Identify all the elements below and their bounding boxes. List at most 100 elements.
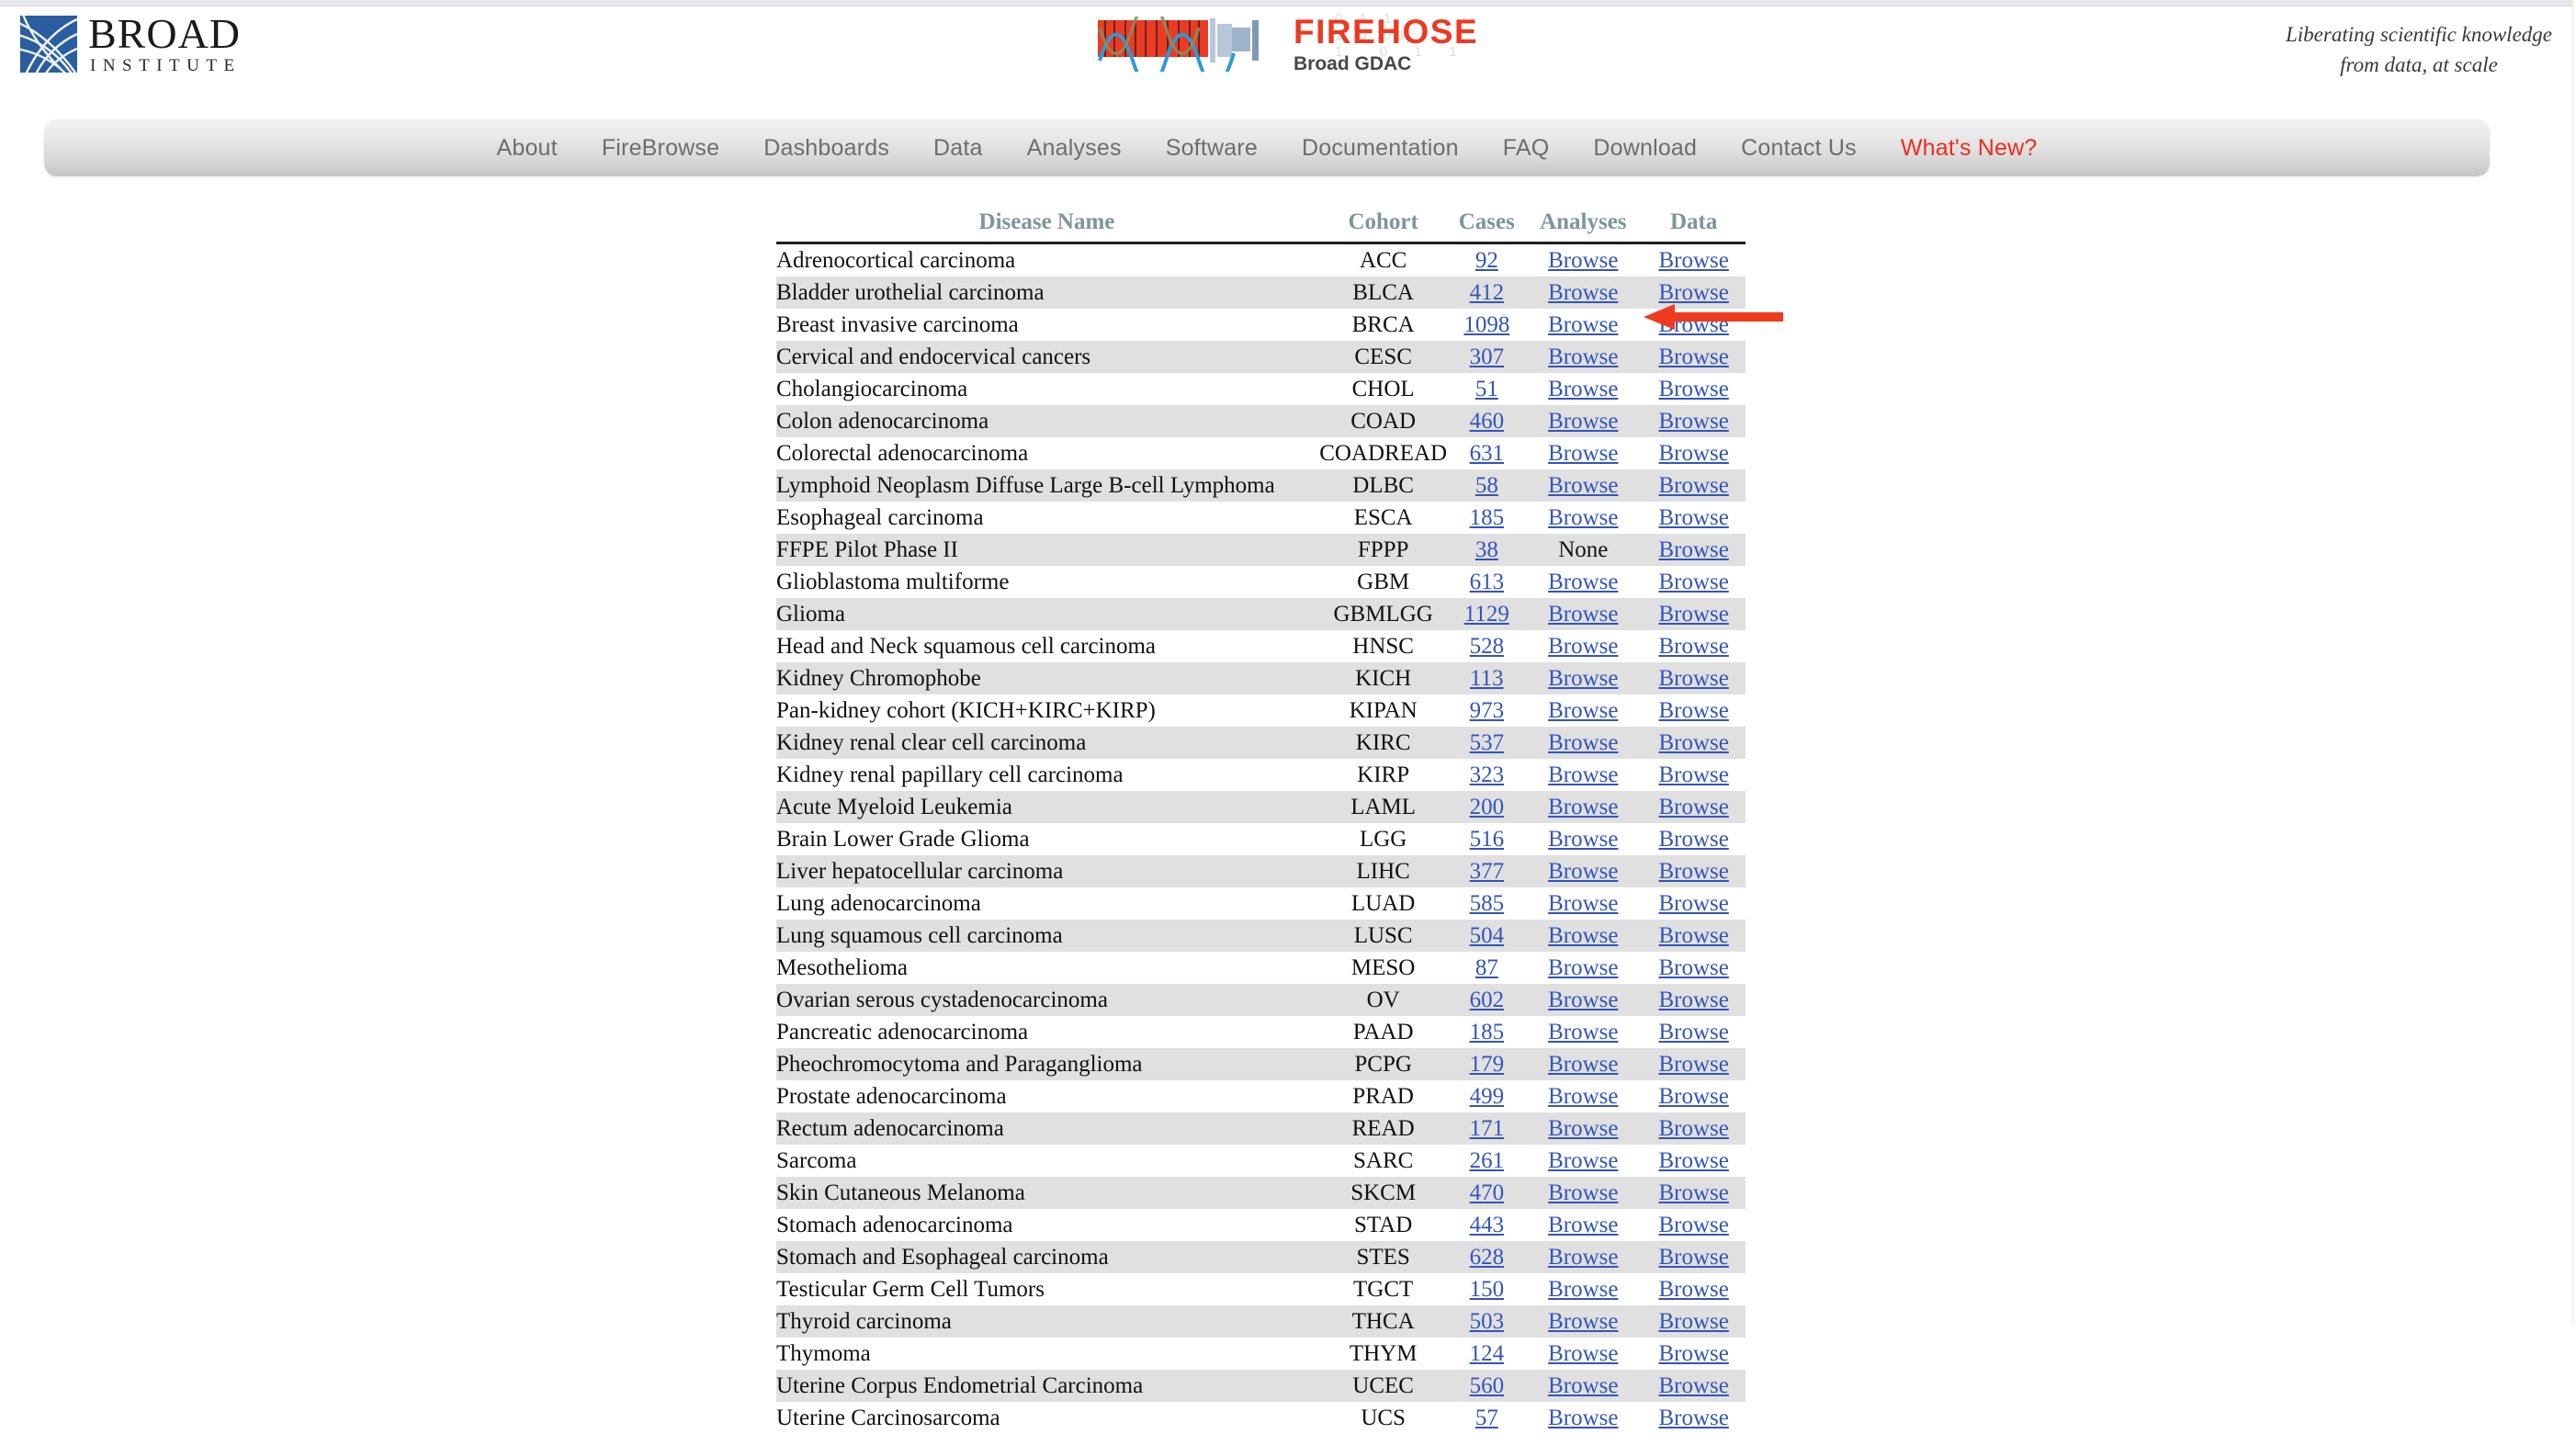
data-browse-link[interactable]: Browse [1658, 891, 1728, 916]
cases-count-link[interactable]: 57 [1475, 1406, 1498, 1430]
cases-count-link[interactable]: 113 [1470, 666, 1504, 691]
analyses-browse-link[interactable]: Browse [1548, 1341, 1618, 1366]
analyses-browse-link[interactable]: Browse [1548, 312, 1618, 337]
analyses-browse-link[interactable]: Browse [1548, 730, 1618, 755]
data-browse-link[interactable]: Browse [1658, 537, 1728, 562]
cases-count-link[interactable]: 504 [1470, 923, 1505, 948]
nav-item-firebrowse[interactable]: FireBrowse [580, 135, 741, 162]
data-browse-link[interactable]: Browse [1658, 666, 1728, 691]
data-browse-link[interactable]: Browse [1658, 1084, 1728, 1109]
cases-count-link[interactable]: 460 [1470, 409, 1505, 434]
data-browse-link[interactable]: Browse [1658, 473, 1728, 498]
analyses-browse-link[interactable]: Browse [1548, 1373, 1618, 1398]
cases-count-link[interactable]: 613 [1470, 570, 1505, 594]
data-browse-link[interactable]: Browse [1658, 1213, 1728, 1237]
cases-count-link[interactable]: 973 [1470, 698, 1505, 723]
data-browse-link[interactable]: Browse [1658, 505, 1728, 530]
analyses-browse-link[interactable]: Browse [1548, 473, 1618, 498]
cases-count-link[interactable]: 528 [1470, 634, 1505, 659]
analyses-browse-link[interactable]: Browse [1548, 1309, 1618, 1334]
cases-count-link[interactable]: 92 [1475, 248, 1498, 273]
cases-count-link[interactable]: 179 [1470, 1052, 1505, 1077]
cases-count-link[interactable]: 1098 [1463, 312, 1509, 337]
data-browse-link[interactable]: Browse [1658, 602, 1728, 627]
cases-count-link[interactable]: 585 [1470, 891, 1505, 916]
analyses-browse-link[interactable]: Browse [1548, 248, 1618, 273]
data-browse-link[interactable]: Browse [1658, 1406, 1728, 1430]
data-browse-link[interactable]: Browse [1658, 1373, 1728, 1398]
cases-count-link[interactable]: 51 [1475, 377, 1498, 401]
nav-item-contact-us[interactable]: Contact Us [1719, 135, 1879, 162]
data-browse-link[interactable]: Browse [1658, 377, 1728, 401]
cases-count-link[interactable]: 602 [1470, 988, 1505, 1012]
cases-count-link[interactable]: 470 [1470, 1180, 1505, 1205]
firehose-logo[interactable]: 0 1 1 1 0 01 1 0 1 1 [1098, 9, 1585, 79]
data-browse-link[interactable]: Browse [1658, 730, 1728, 755]
cases-count-link[interactable]: 171 [1470, 1116, 1505, 1141]
cases-count-link[interactable]: 537 [1470, 730, 1505, 755]
analyses-browse-link[interactable]: Browse [1548, 409, 1618, 434]
data-browse-link[interactable]: Browse [1658, 280, 1728, 305]
broad-institute-logo[interactable]: BROAD INSTITUTE [20, 13, 242, 74]
cases-count-link[interactable]: 1129 [1464, 602, 1509, 627]
data-browse-link[interactable]: Browse [1658, 1309, 1728, 1334]
cases-count-link[interactable]: 200 [1470, 795, 1505, 819]
cases-count-link[interactable]: 560 [1470, 1373, 1505, 1398]
analyses-browse-link[interactable]: Browse [1548, 1245, 1618, 1270]
data-browse-link[interactable]: Browse [1658, 312, 1728, 337]
cases-count-link[interactable]: 516 [1470, 827, 1505, 852]
data-browse-link[interactable]: Browse [1658, 923, 1728, 948]
cases-count-link[interactable]: 87 [1475, 955, 1498, 980]
cases-count-link[interactable]: 628 [1470, 1245, 1505, 1270]
nav-item-analyses[interactable]: Analyses [1005, 135, 1144, 162]
analyses-browse-link[interactable]: Browse [1548, 602, 1618, 627]
analyses-browse-link[interactable]: Browse [1548, 344, 1618, 369]
analyses-browse-link[interactable]: Browse [1548, 634, 1618, 659]
analyses-browse-link[interactable]: Browse [1548, 795, 1618, 819]
data-browse-link[interactable]: Browse [1658, 1052, 1728, 1077]
cases-count-link[interactable]: 124 [1470, 1341, 1505, 1366]
cases-count-link[interactable]: 412 [1470, 280, 1505, 305]
nav-item-software[interactable]: Software [1144, 135, 1280, 162]
analyses-browse-link[interactable]: Browse [1548, 1052, 1618, 1077]
data-browse-link[interactable]: Browse [1658, 441, 1728, 466]
data-browse-link[interactable]: Browse [1658, 1116, 1728, 1141]
column-header-cohort[interactable]: Cohort [1317, 209, 1449, 243]
analyses-browse-link[interactable]: Browse [1548, 1180, 1618, 1205]
data-browse-link[interactable]: Browse [1658, 1020, 1728, 1044]
cases-count-link[interactable]: 150 [1470, 1277, 1505, 1302]
cases-count-link[interactable]: 631 [1470, 441, 1505, 466]
analyses-browse-link[interactable]: Browse [1548, 923, 1618, 948]
data-browse-link[interactable]: Browse [1658, 1341, 1728, 1366]
nav-item-documentation[interactable]: Documentation [1280, 135, 1481, 162]
column-header-analyses[interactable]: Analyses [1524, 209, 1642, 243]
cases-count-link[interactable]: 499 [1470, 1084, 1505, 1109]
data-browse-link[interactable]: Browse [1658, 859, 1728, 884]
cases-count-link[interactable]: 58 [1475, 473, 1498, 498]
analyses-browse-link[interactable]: Browse [1548, 441, 1618, 466]
data-browse-link[interactable]: Browse [1658, 1277, 1728, 1302]
data-browse-link[interactable]: Browse [1658, 988, 1728, 1012]
data-browse-link[interactable]: Browse [1658, 570, 1728, 594]
analyses-browse-link[interactable]: Browse [1548, 666, 1618, 691]
data-browse-link[interactable]: Browse [1658, 955, 1728, 980]
data-browse-link[interactable]: Browse [1658, 409, 1728, 434]
data-browse-link[interactable]: Browse [1658, 1180, 1728, 1205]
analyses-browse-link[interactable]: Browse [1548, 891, 1618, 916]
data-browse-link[interactable]: Browse [1658, 795, 1728, 819]
analyses-browse-link[interactable]: Browse [1548, 827, 1618, 852]
nav-item-data[interactable]: Data [911, 135, 1005, 162]
nav-item-about[interactable]: About [474, 135, 579, 162]
nav-item-faq[interactable]: FAQ [1481, 135, 1572, 162]
nav-item-download[interactable]: Download [1571, 135, 1719, 162]
analyses-browse-link[interactable]: Browse [1548, 762, 1618, 787]
analyses-browse-link[interactable]: Browse [1548, 955, 1618, 980]
nav-item-what-s-new[interactable]: What's New? [1879, 135, 2060, 162]
analyses-browse-link[interactable]: Browse [1548, 570, 1618, 594]
data-browse-link[interactable]: Browse [1658, 827, 1728, 852]
data-browse-link[interactable]: Browse [1658, 1148, 1728, 1173]
analyses-browse-link[interactable]: Browse [1548, 505, 1618, 530]
cases-count-link[interactable]: 503 [1470, 1309, 1505, 1334]
column-header-data[interactable]: Data [1642, 209, 1746, 243]
data-browse-link[interactable]: Browse [1658, 248, 1728, 273]
